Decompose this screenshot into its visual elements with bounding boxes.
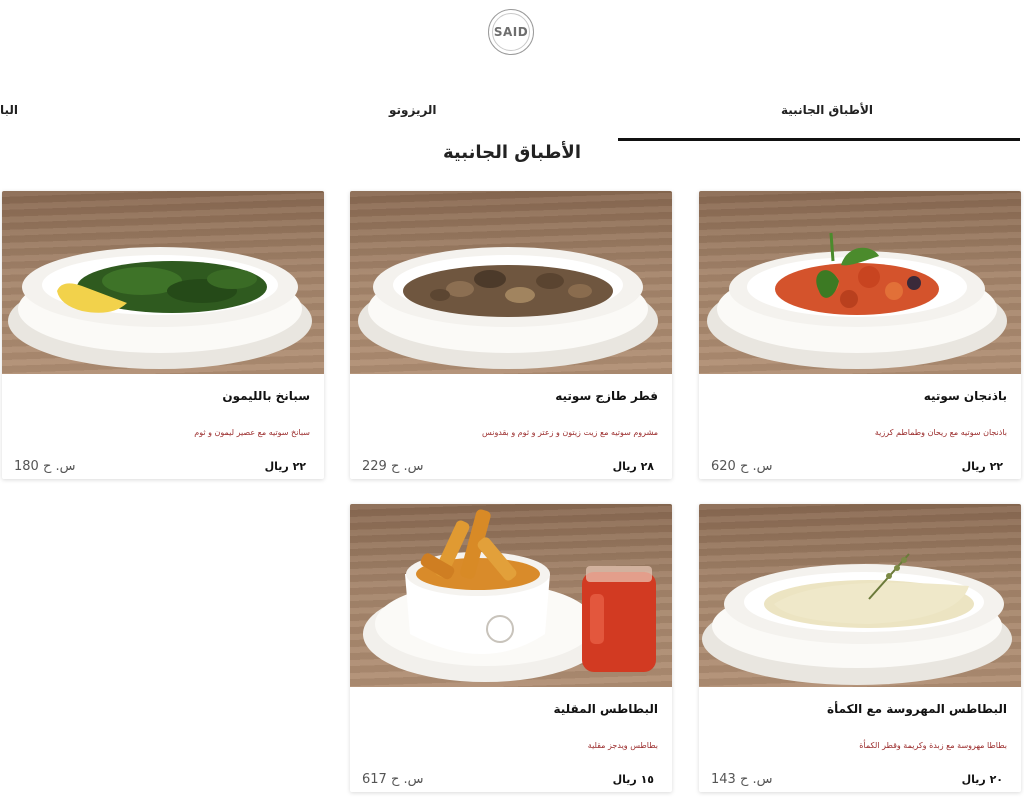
menu-card-spinach[interactable]: سبانخ بالليمون سبانخ سوتيه مع عصير ليمون…: [2, 191, 324, 479]
fried-potatoes-dish-icon: [363, 509, 656, 682]
dish-price: ٢٨ ريال: [612, 460, 654, 473]
category-tabs: الأطباق الجانبية الريزوتو البا: [0, 0, 1024, 150]
dish-description: سبانخ سوتيه مع عصير ليمون و ثوم: [194, 428, 310, 437]
dish-image: [350, 504, 672, 687]
tab-side-dishes[interactable]: الأطباق الجانبية: [781, 103, 873, 117]
dish-price-alt: 180 س. ح: [14, 459, 76, 474]
section-title: الأطباق الجانبية: [442, 142, 582, 163]
dish-price-alt: 620 س. ح: [711, 459, 773, 474]
dish-image: [699, 191, 1021, 374]
dish-price: ٢٢ ريال: [961, 460, 1003, 473]
menu-card-mashed-potato[interactable]: البطاطس المهروسة مع الكمأة بطاطا مهروسة …: [699, 504, 1021, 792]
dish-name: باذنجان سوتيه: [923, 389, 1007, 403]
tab-risotto[interactable]: الريزوتو: [389, 103, 437, 117]
dish-price: ٢٠ ريال: [961, 773, 1003, 786]
spinach-lemon-dish-icon: [8, 247, 312, 369]
dish-price-alt: 617 س. ح: [362, 772, 424, 787]
dish-price: ٢٢ ريال: [264, 460, 306, 473]
sauteed-eggplant-dish-icon: [707, 232, 1007, 369]
dish-description: بطاطا مهروسة مع زبدة وكريمة وقطر الكمأة: [859, 741, 1007, 750]
menu-card-fries[interactable]: البطاطس المقلية بطاطس ويدجز مقلية ١٥ ريا…: [350, 504, 672, 792]
dish-description: مشروم سوتيه مع زيت زيتون و زعتر و ثوم و …: [482, 428, 658, 437]
menu-card-mushroom[interactable]: فطر طازج سوتيه مشروم سوتيه مع زيت زيتون …: [350, 191, 672, 479]
dish-price-alt: 229 س. ح: [362, 459, 424, 474]
dish-name: البطاطس المهروسة مع الكمأة: [827, 702, 1007, 716]
active-tab-indicator: [618, 138, 1020, 141]
dish-image: [699, 504, 1021, 687]
sauteed-mushroom-dish-icon: [358, 247, 658, 369]
dish-price: ١٥ ريال: [612, 773, 654, 786]
menu-card-eggplant[interactable]: باذنجان سوتيه باذنجان سوتيه مع ريحان وطم…: [699, 191, 1021, 479]
dish-image: [2, 191, 324, 374]
dish-image: [350, 191, 672, 374]
dish-description: باذنجان سوتيه مع ريحان وطماطم كرزية: [874, 428, 1007, 437]
tab-partial[interactable]: البا: [0, 103, 18, 117]
dish-name: البطاطس المقلية: [553, 702, 658, 716]
dish-price-alt: 143 س. ح: [711, 772, 773, 787]
dish-description: بطاطس ويدجز مقلية: [587, 741, 658, 750]
dish-name: فطر طازج سوتيه: [555, 389, 658, 403]
mashed-potato-dish-icon: [702, 553, 1012, 685]
dish-name: سبانخ بالليمون: [222, 389, 310, 403]
